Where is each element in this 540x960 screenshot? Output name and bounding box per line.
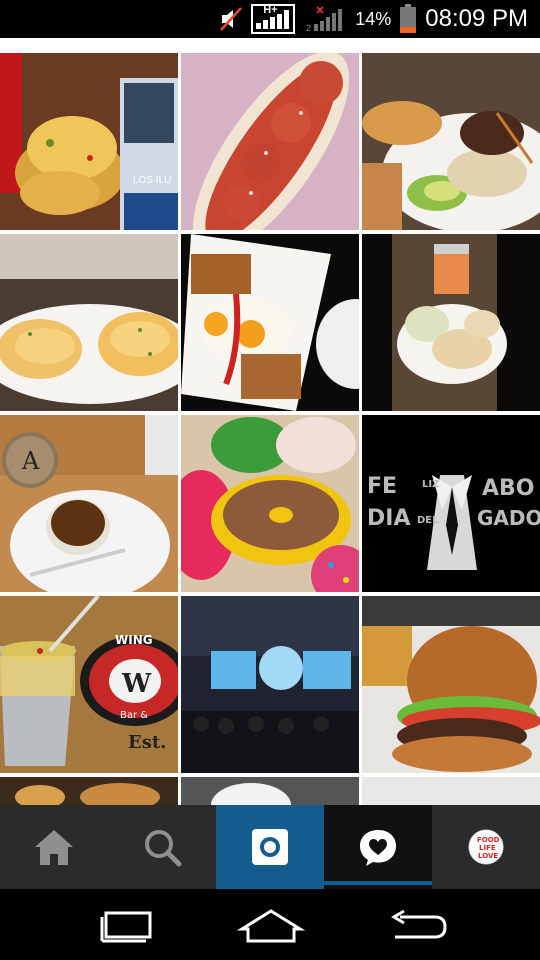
bottom-nav: FOOD LIFE LOVE: [0, 805, 540, 889]
grid-photo-donuts[interactable]: [181, 415, 359, 592]
back-icon[interactable]: [380, 907, 450, 943]
tile-overlay-letter: A: [21, 447, 40, 475]
dia-text-4: DEL: [417, 515, 439, 526]
home-icon: [35, 830, 73, 865]
grid-photo-creme-brulee[interactable]: A: [0, 415, 178, 592]
dia-text-3: LIZ: [422, 479, 439, 490]
grid-photo-partial-1[interactable]: [0, 777, 178, 805]
home-outline-icon[interactable]: [236, 907, 306, 943]
wings-text-2: W: [121, 669, 152, 699]
system-nav-bar: [0, 889, 540, 960]
grid-photo-wings-bucket[interactable]: WING W Bar & Est.: [0, 596, 178, 773]
svg-text:2: 2: [306, 23, 311, 33]
nav-profile[interactable]: FOOD LIFE LOVE: [432, 805, 540, 889]
grid-photo-salad-plate[interactable]: [362, 53, 540, 230]
grid-photo-sub-sandwich[interactable]: [181, 53, 359, 230]
recent-apps-icon[interactable]: [93, 907, 163, 943]
wings-text-3: Bar &: [120, 710, 148, 721]
nav-camera[interactable]: [216, 805, 324, 889]
signal-hplus-icon: H+: [251, 4, 296, 34]
heart-bubble-icon: [360, 830, 396, 866]
grid-photo-nachos[interactable]: LOS ILU: [0, 53, 178, 230]
grid-photo-bruschetta-drink[interactable]: [362, 234, 540, 411]
avatar: FOOD LIFE LOVE: [468, 829, 504, 865]
wings-text-4: Est.: [128, 732, 166, 753]
dia-text-2: DIA: [367, 506, 410, 531]
nav-home[interactable]: [0, 805, 108, 889]
avatar-text-3: LOVE: [478, 852, 498, 860]
wings-text-1: WING: [115, 633, 153, 647]
signal-2-icon: 2: [306, 6, 343, 33]
avatar-text-1: FOOD: [477, 836, 500, 844]
nav-explore[interactable]: [108, 805, 216, 889]
grid-photo-partial-3[interactable]: [362, 777, 540, 805]
grid-photo-partial-2[interactable]: [181, 777, 359, 805]
status-bar: H+ 2 14% 08:09 PM: [0, 0, 540, 38]
muted-speaker-icon: [220, 7, 243, 31]
dia-text-5: ABO: [482, 476, 535, 501]
search-icon: [145, 830, 182, 867]
nav-activity[interactable]: [324, 805, 432, 889]
camera-icon: [252, 829, 288, 865]
clock: 08:09 PM: [425, 5, 528, 32]
battery-percent: 14%: [355, 8, 392, 29]
grid-photo-conference[interactable]: [181, 596, 359, 773]
battery-icon: [400, 4, 417, 33]
grid-photo-burger[interactable]: [362, 596, 540, 773]
dia-text-6: GADO: [477, 506, 540, 530]
avatar-text-2: LIFE: [479, 844, 496, 852]
grid-photo-eggs-benedict[interactable]: [0, 234, 178, 411]
tile-overlay-text: LOS ILU: [133, 175, 171, 186]
status-icons: H+ 2 14% 08:09 PM: [219, 0, 528, 38]
photo-grid: LOS ILU A FE DIA LIZ DEL ABO GADO WING W…: [0, 53, 540, 805]
grid-photo-dia-del-abogado[interactable]: FE DIA LIZ DEL ABO GADO: [362, 415, 540, 592]
grid-photo-fried-eggs-potatoes[interactable]: [181, 234, 359, 411]
dia-text-1: FE: [367, 474, 397, 499]
